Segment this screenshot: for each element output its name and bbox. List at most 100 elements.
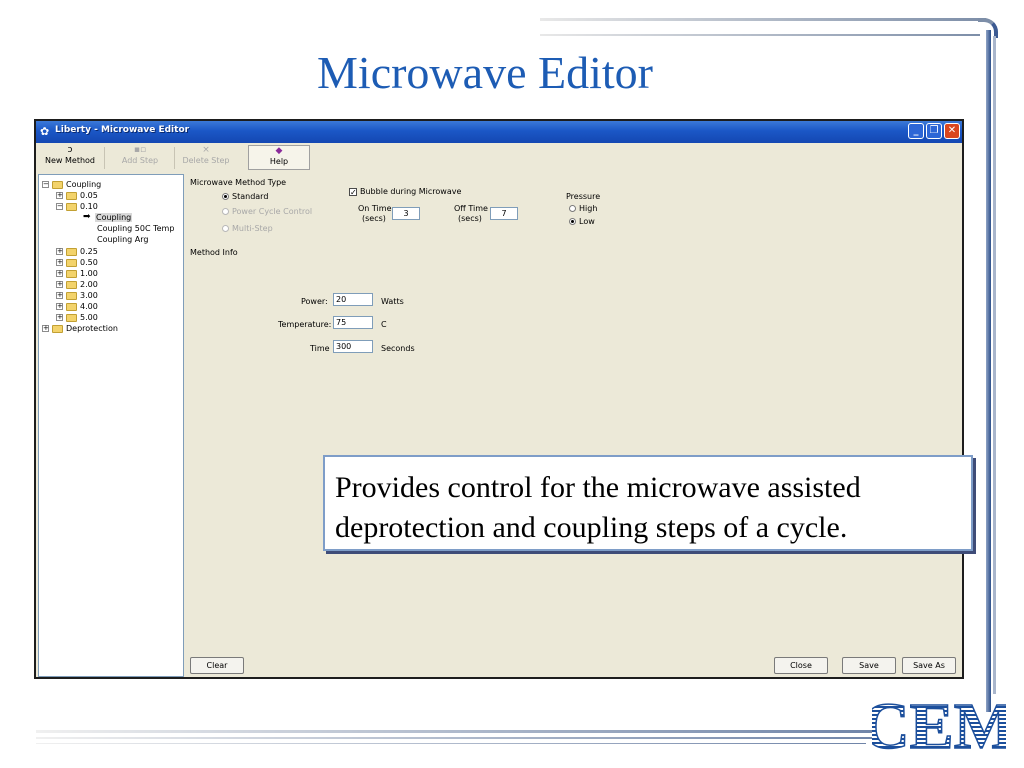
radio-standard[interactable]: Standard bbox=[222, 192, 268, 201]
off-time-input[interactable]: 7 bbox=[490, 207, 518, 220]
radio-multi-step[interactable]: Multi-Step bbox=[222, 224, 273, 233]
decorative-right-bar bbox=[986, 30, 991, 712]
radio-icon bbox=[222, 225, 229, 232]
on-time-unit: (secs) bbox=[362, 214, 386, 223]
tree-node-label: Coupling 50C Temp bbox=[97, 224, 175, 233]
tree-node-deprotection[interactable]: + Deprotection bbox=[42, 323, 118, 334]
tree-node-label: 0.25 bbox=[80, 247, 98, 256]
radio-high-label: High bbox=[579, 204, 598, 213]
folder-icon bbox=[66, 191, 77, 200]
decorative-bottom-line-3 bbox=[36, 743, 866, 744]
help-label: Help bbox=[269, 157, 289, 166]
tree-node-4-00[interactable]: +4.00 bbox=[56, 301, 98, 312]
tree-node-label: 0.50 bbox=[80, 258, 98, 267]
radio-pressure-low[interactable]: Low bbox=[569, 217, 595, 226]
tree-node-5-00[interactable]: +5.00 bbox=[56, 312, 98, 323]
temperature-input[interactable]: 75 bbox=[333, 316, 373, 329]
tree-node-0-10[interactable]: − 0.10 bbox=[56, 201, 98, 212]
checkmark-icon: ✓ bbox=[349, 187, 357, 197]
collapse-icon[interactable]: − bbox=[56, 203, 63, 210]
radio-selected-icon bbox=[569, 218, 576, 225]
close-button[interactable]: Close bbox=[774, 657, 828, 674]
decorative-right-bar-inner bbox=[993, 36, 996, 694]
collapse-icon[interactable]: − bbox=[42, 181, 49, 188]
tree-node-coupling-50c[interactable]: Coupling 50C Temp bbox=[97, 223, 174, 234]
tree-node-0-05[interactable]: +0.05 bbox=[56, 190, 98, 201]
expand-icon[interactable]: + bbox=[56, 192, 63, 199]
save-as-button[interactable]: Save As bbox=[902, 657, 956, 674]
tree-node-coupling-selected[interactable]: ➡ Coupling bbox=[83, 212, 133, 223]
maximize-button[interactable]: ❐ bbox=[926, 123, 942, 139]
decorative-bottom-line bbox=[36, 730, 876, 733]
radio-pressure-high[interactable]: High bbox=[569, 204, 597, 213]
tree-node-label: Coupling bbox=[66, 180, 102, 189]
radio-icon bbox=[569, 205, 576, 212]
power-input[interactable]: 20 bbox=[333, 293, 373, 306]
method-info-label: Method Info bbox=[190, 248, 238, 257]
slide-title: Microwave Editor bbox=[317, 47, 653, 98]
cem-logo-text: CEM bbox=[872, 690, 1006, 754]
decorative-bottom-line-2 bbox=[36, 737, 876, 739]
radio-standard-label: Standard bbox=[232, 192, 269, 201]
save-button[interactable]: Save bbox=[842, 657, 896, 674]
tree-node-0-25[interactable]: +0.25 bbox=[56, 246, 98, 257]
delete-step-icon: × bbox=[202, 145, 210, 155]
help-button[interactable]: ◆ Help bbox=[248, 145, 310, 170]
tree-node-label: Deprotection bbox=[66, 324, 118, 333]
expand-icon[interactable]: + bbox=[42, 325, 49, 332]
new-method-label: New Method bbox=[45, 156, 95, 165]
radio-low-label: Low bbox=[579, 217, 595, 226]
tree-node-label: Coupling Arg bbox=[97, 235, 149, 244]
method-editor-panel: Microwave Method Type Standard Power Cyc… bbox=[186, 172, 960, 675]
radio-multi-step-label: Multi-Step bbox=[232, 224, 273, 233]
method-tree[interactable]: − Coupling +0.05 − 0.10 ➡ Coupling Coupling… bbox=[38, 174, 184, 677]
window-title: Liberty - Microwave Editor bbox=[55, 125, 190, 135]
temperature-label: Temperature: bbox=[278, 320, 332, 329]
tree-node-label: 5.00 bbox=[80, 313, 98, 322]
clear-button[interactable]: Clear bbox=[190, 657, 244, 674]
tree-node-0-50[interactable]: +0.50 bbox=[56, 257, 98, 268]
power-label: Power: bbox=[301, 297, 328, 306]
power-unit: Watts bbox=[381, 297, 404, 306]
expand-icon[interactable]: + bbox=[56, 314, 63, 321]
folder-icon bbox=[66, 202, 77, 211]
tree-node-label: 4.00 bbox=[80, 302, 98, 311]
toolbar-separator bbox=[104, 147, 105, 169]
tree-node-2-00[interactable]: +2.00 bbox=[56, 279, 98, 290]
cem-logo: CEM bbox=[872, 690, 1006, 754]
expand-icon[interactable]: + bbox=[56, 303, 63, 310]
minimize-button[interactable]: _ bbox=[908, 123, 924, 139]
expand-icon[interactable]: + bbox=[56, 248, 63, 255]
folder-icon bbox=[66, 280, 77, 289]
delete-step-button[interactable]: × Delete Step bbox=[178, 145, 234, 170]
tree-node-3-00[interactable]: +3.00 bbox=[56, 290, 98, 301]
folder-icon bbox=[52, 180, 63, 189]
window-titlebar[interactable]: ✿ Liberty - Microwave Editor _ ❐ ✕ bbox=[36, 121, 962, 143]
close-window-button[interactable]: ✕ bbox=[944, 123, 960, 139]
app-icon: ✿ bbox=[40, 125, 50, 138]
on-time-input[interactable]: 3 bbox=[392, 207, 420, 220]
temperature-unit: C bbox=[381, 320, 387, 329]
expand-icon[interactable]: + bbox=[56, 259, 63, 266]
tree-node-coupling[interactable]: − Coupling bbox=[42, 179, 101, 190]
tree-node-label: 1.00 bbox=[80, 269, 98, 278]
pressure-label: Pressure bbox=[566, 192, 601, 201]
off-time-label: Off Time bbox=[454, 204, 488, 213]
bubble-checkbox[interactable]: ✓ Bubble during Microwave bbox=[349, 187, 461, 196]
tree-node-coupling-arg[interactable]: Coupling Arg bbox=[97, 234, 148, 245]
delete-step-label: Delete Step bbox=[182, 156, 230, 165]
time-unit: Seconds bbox=[381, 344, 415, 353]
off-time-unit: (secs) bbox=[458, 214, 482, 223]
time-input[interactable]: 300 bbox=[333, 340, 373, 353]
expand-icon[interactable]: + bbox=[56, 281, 63, 288]
radio-power-cycle[interactable]: Power Cycle Control bbox=[222, 207, 312, 216]
expand-icon[interactable]: + bbox=[56, 292, 63, 299]
expand-icon[interactable]: + bbox=[56, 270, 63, 277]
new-method-button[interactable]: ↄ New Method bbox=[42, 145, 98, 170]
tree-node-label: 0.10 bbox=[80, 202, 98, 211]
radio-selected-icon bbox=[222, 193, 229, 200]
method-type-label: Microwave Method Type bbox=[190, 178, 287, 187]
toolbar-separator bbox=[174, 147, 175, 169]
tree-node-1-00[interactable]: +1.00 bbox=[56, 268, 98, 279]
add-step-button[interactable]: ▪▫ Add Step bbox=[112, 145, 168, 170]
